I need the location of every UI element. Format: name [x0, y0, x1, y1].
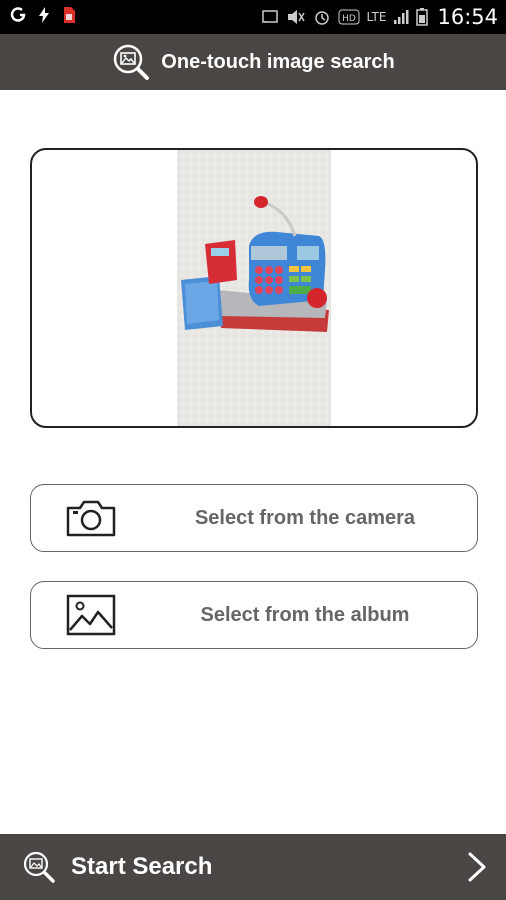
select-camera-label: Select from the camera: [194, 506, 416, 529]
status-right-icons: HD LTE 16:54: [261, 5, 498, 29]
select-album-label: Select from the album: [200, 603, 410, 626]
page-title: One-touch image search: [161, 50, 395, 73]
image-preview: [30, 148, 478, 428]
camera-icon: [63, 495, 119, 541]
image-icon: [63, 592, 119, 638]
alarm-icon: [313, 8, 331, 26]
start-search-label: Start Search: [71, 853, 213, 880]
signal-icon: [393, 9, 409, 25]
lte-icon: LTE: [366, 10, 387, 24]
status-bar: HD LTE 16:54: [0, 0, 506, 34]
hd-icon: HD: [338, 9, 360, 25]
cast-icon: [261, 9, 279, 25]
sim-card-icon: [62, 6, 76, 24]
battery-icon: [416, 8, 429, 26]
select-album-button[interactable]: Select from the album: [30, 581, 478, 649]
app-header: One-touch image search: [0, 34, 506, 90]
chevron-right-icon: [468, 852, 486, 882]
toy-cash-register-photo: [177, 150, 331, 426]
image-search-icon: [114, 44, 150, 80]
app-notification-icon: [10, 7, 26, 23]
select-camera-button[interactable]: Select from the camera: [30, 484, 478, 552]
mute-icon: [286, 9, 306, 25]
lightning-icon: [38, 7, 50, 23]
svg-text:HD: HD: [342, 14, 356, 24]
status-time: 16:54: [437, 5, 498, 29]
start-search-button[interactable]: Start Search: [0, 834, 506, 900]
status-left-icons: [10, 6, 76, 24]
image-search-icon: [23, 851, 55, 883]
preview-photo: [177, 150, 331, 426]
